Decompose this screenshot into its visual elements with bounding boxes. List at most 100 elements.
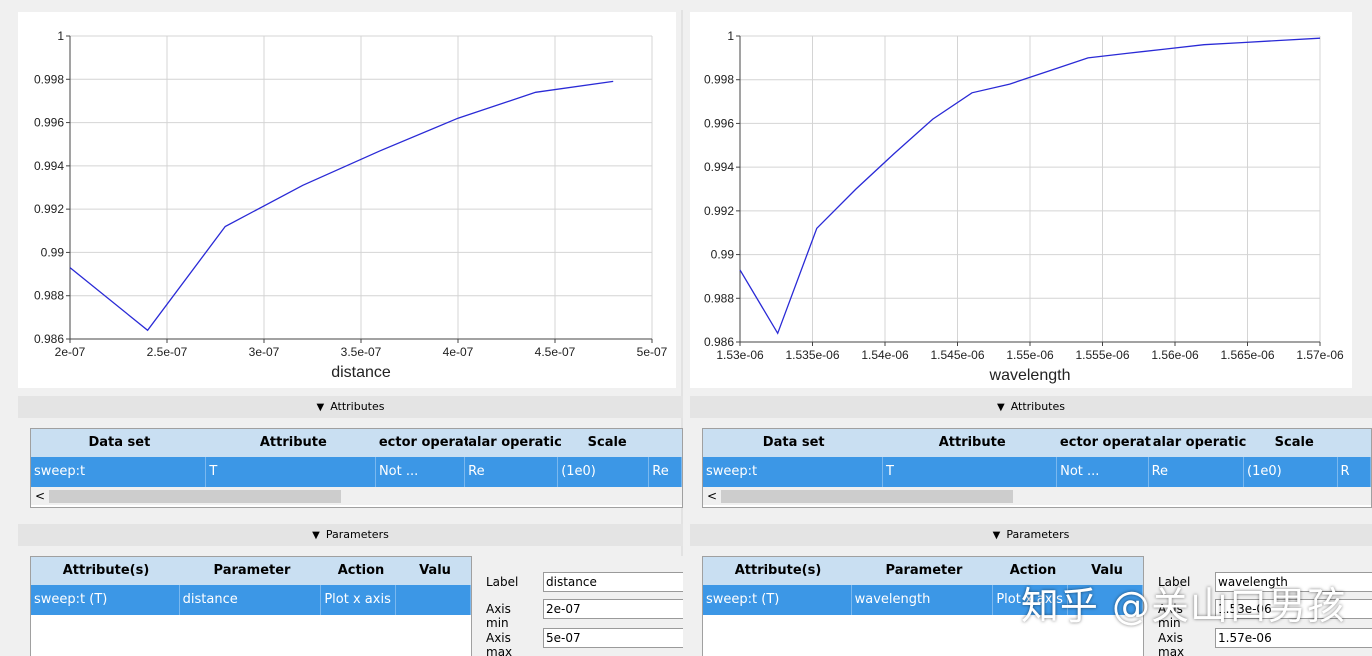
parameters-section-toggle[interactable]: ▼ Parameters	[18, 524, 683, 546]
col-header-attributes[interactable]: Attribute(s)	[31, 557, 181, 585]
cell-vector-operation[interactable]: Not ...	[1057, 457, 1149, 487]
cell-extra[interactable]: R	[1338, 457, 1371, 487]
y-tick-label: 0.986	[34, 332, 64, 346]
label-field-label: Label	[486, 575, 519, 589]
col-header-data-set[interactable]: Data set	[703, 429, 884, 457]
attributes-table: Data set Attribute ector operatic alar o…	[30, 428, 683, 508]
col-header-attribute[interactable]: Attribute	[884, 429, 1059, 457]
collapse-triangle-icon: ▼	[316, 402, 325, 413]
col-header-scale[interactable]: Scale	[1247, 429, 1341, 457]
attributes-section-label: Attributes	[330, 400, 385, 413]
x-tick-label: 1.57e-06	[1296, 348, 1344, 362]
col-header-scalar-operation[interactable]: alar operatic	[468, 429, 561, 457]
y-tick-label: 0.992	[704, 204, 734, 218]
x-tick-label: 2e-07	[55, 345, 86, 359]
x-tick-label: 5e-07	[637, 345, 668, 359]
scrollbar-thumb[interactable]	[49, 490, 341, 503]
label-input[interactable]: distance	[543, 572, 683, 592]
y-tick-label: 0.998	[34, 72, 64, 86]
horizontal-scrollbar[interactable]: <	[703, 487, 1371, 505]
cell-action[interactable]: Plot x axis	[321, 585, 396, 615]
x-tick-label: 3e-07	[249, 345, 280, 359]
cell-attribute[interactable]: T	[206, 457, 376, 487]
x-axis-title: distance	[331, 364, 391, 381]
cell-data-set[interactable]: sweep:t	[31, 457, 207, 487]
line-chart-wavelength: 1.53e-06 1.535e-06 1.54e-06 1.545e-06 1.55e-…	[704, 29, 1344, 384]
scrollbar-thumb[interactable]	[721, 490, 1013, 503]
horizontal-scrollbar[interactable]: <	[31, 487, 682, 505]
attributes-table-header: Data set Attribute ector operatic alar o…	[31, 429, 682, 457]
cell-attributes[interactable]: sweep:t (T)	[703, 585, 852, 615]
cell-data-set[interactable]: sweep:t	[703, 457, 883, 487]
y-tick-label: 0.994	[704, 160, 734, 174]
y-tick-label: 0.988	[34, 289, 64, 303]
col-header-vector-operation[interactable]: ector operatic	[379, 429, 468, 457]
cell-extra[interactable]: Re	[649, 457, 682, 487]
y-tick-label: 0.996	[704, 116, 734, 130]
cell-attribute[interactable]: T	[883, 457, 1058, 487]
right-pane: 1.53e-06 1.535e-06 1.54e-06 1.545e-06 1.55e-…	[683, 0, 1372, 656]
y-tick-label: 0.998	[704, 73, 734, 87]
cell-scale[interactable]: (1e0)	[1244, 457, 1338, 487]
cell-value[interactable]	[396, 585, 471, 615]
attributes-table-header: Data set Attribute ector operatic alar o…	[703, 429, 1371, 457]
cell-attributes[interactable]: sweep:t (T)	[31, 585, 180, 615]
axis-min-input[interactable]: 2e-07	[543, 599, 683, 619]
x-tick-label: 1.545e-06	[930, 348, 984, 362]
y-tick-label: 0.996	[34, 116, 64, 130]
scroll-left-icon[interactable]: <	[35, 487, 45, 505]
cell-parameter[interactable]: distance	[180, 585, 322, 615]
collapse-triangle-icon: ▼	[996, 402, 1005, 413]
axis-max-label: Axis max	[486, 631, 513, 656]
col-header-scalar-operation[interactable]: alar operatic	[1152, 429, 1248, 457]
col-header-value[interactable]: Valu	[399, 557, 471, 585]
x-tick-label: 1.555e-06	[1075, 348, 1129, 362]
parameters-table-header: Attribute(s) Parameter Action Valu	[31, 557, 471, 585]
x-tick-label: 1.56e-06	[1151, 348, 1199, 362]
y-tick-label: 0.99	[711, 248, 735, 262]
axis-min-label: Axis min	[486, 602, 511, 630]
col-header-parameter[interactable]: Parameter	[181, 557, 323, 585]
cell-vector-operation[interactable]: Not ...	[376, 457, 466, 487]
y-tick-label: 0.99	[41, 245, 65, 259]
scroll-left-icon[interactable]: <	[707, 487, 717, 505]
col-header-parameter[interactable]: Parameter	[853, 557, 995, 585]
x-tick-label: 1.54e-06	[861, 348, 909, 362]
col-header-scale[interactable]: Scale	[562, 429, 653, 457]
x-tick-label: 1.53e-06	[716, 348, 764, 362]
attributes-section-toggle[interactable]: ▼ Attributes	[690, 396, 1372, 418]
y-tick-label: 0.994	[34, 159, 64, 173]
y-tick-label: 0.986	[704, 335, 734, 349]
x-tick-label: 4.5e-07	[535, 345, 576, 359]
col-header-extra[interactable]	[1341, 429, 1371, 457]
table-row[interactable]: sweep:t T Not ... Re (1e0) Re	[31, 457, 682, 487]
attributes-section-label: Attributes	[1010, 400, 1065, 413]
attributes-section-toggle[interactable]: ▼ Attributes	[18, 396, 683, 418]
axis-max-input[interactable]: 1.57e-06	[1215, 628, 1372, 648]
y-tick-label: 1	[57, 29, 64, 43]
line-chart-distance: 2e-07 2.5e-07 3e-07 3.5e-07 4e-07 4.5e-07 5e-0…	[34, 29, 668, 381]
col-header-extra[interactable]	[653, 429, 682, 457]
col-header-attributes[interactable]: Attribute(s)	[703, 557, 853, 585]
col-header-vector-operation[interactable]: ector operatic	[1060, 429, 1152, 457]
attributes-table: Data set Attribute ector operatic alar o…	[702, 428, 1372, 508]
col-header-attribute[interactable]: Attribute	[208, 429, 379, 457]
cell-scalar-operation[interactable]: Re	[1149, 457, 1245, 487]
cell-scalar-operation[interactable]: Re	[465, 457, 559, 487]
chart-area: 1.53e-06 1.535e-06 1.54e-06 1.545e-06 1.55e-…	[690, 12, 1352, 388]
table-row[interactable]: sweep:t (T) distance Plot x axis	[31, 585, 471, 615]
series-line	[69, 80, 614, 332]
axis-max-input[interactable]: 5e-07	[543, 628, 683, 648]
collapse-triangle-icon: ▼	[312, 530, 320, 541]
col-header-data-set[interactable]: Data set	[31, 429, 208, 457]
x-tick-label: 1.535e-06	[785, 348, 839, 362]
x-axis-title: wavelength	[989, 367, 1071, 384]
cell-parameter[interactable]: wavelength	[852, 585, 994, 615]
cell-scale[interactable]: (1e0)	[558, 457, 650, 487]
x-tick-label: 2.5e-07	[147, 345, 188, 359]
col-header-action[interactable]: Action	[323, 557, 399, 585]
parameters-section-toggle[interactable]: ▼ Parameters	[690, 524, 1372, 546]
table-row[interactable]: sweep:t T Not ... Re (1e0) R	[703, 457, 1371, 487]
parameters-table: Attribute(s) Parameter Action Valu sweep…	[30, 556, 472, 656]
x-tick-label: 1.565e-06	[1220, 348, 1274, 362]
